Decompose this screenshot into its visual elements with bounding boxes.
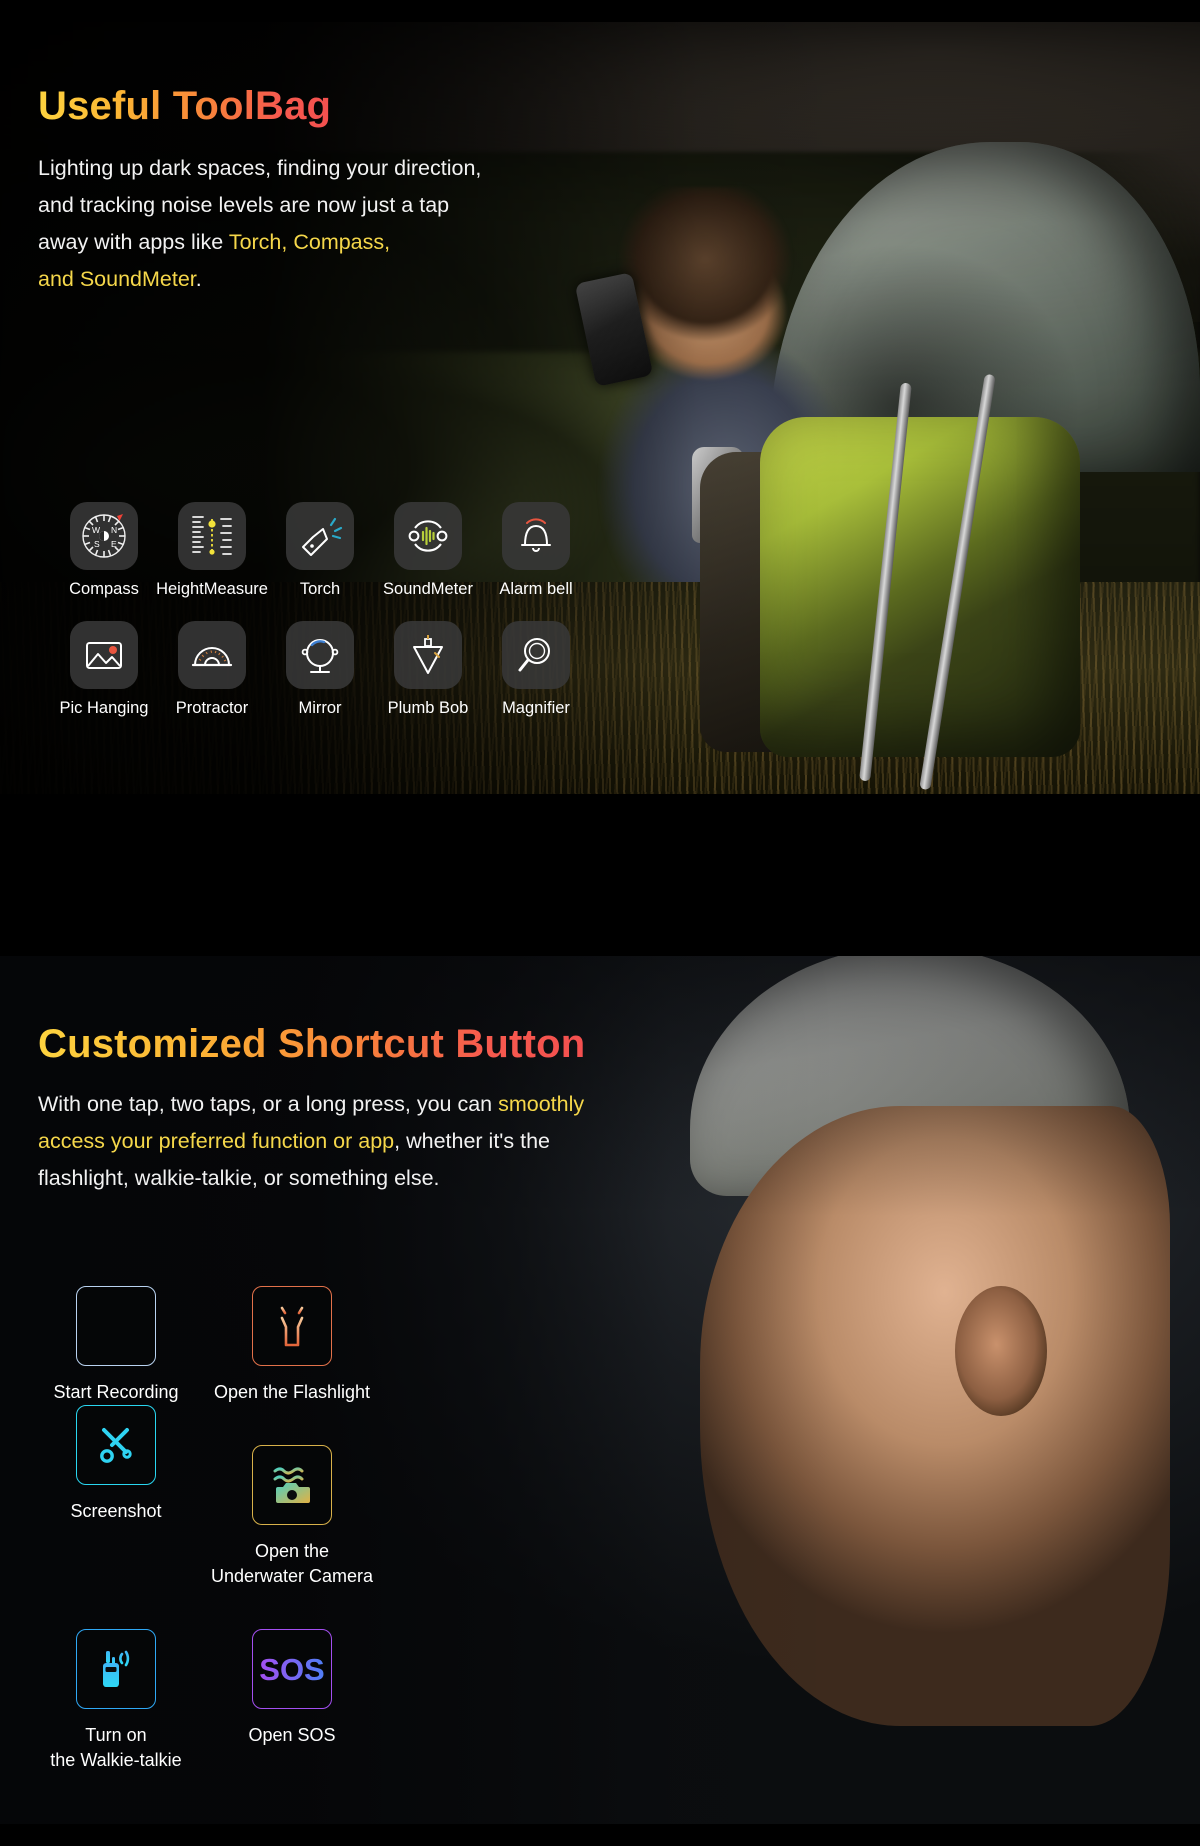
shortcut-label: Open SOS <box>248 1725 336 1745</box>
mirror-tile[interactable] <box>286 621 354 689</box>
magnifier-tile[interactable] <box>502 621 570 689</box>
svg-text:E: E <box>111 539 117 549</box>
underwater-camera-tile[interactable] <box>252 1445 332 1525</box>
section-divider-bar <box>0 794 1200 956</box>
scissors-icon <box>100 1428 132 1463</box>
pic-hanging-tile[interactable] <box>70 621 138 689</box>
tool-label: Pic Hanging <box>59 699 149 717</box>
sound-meter-tile[interactable] <box>394 502 462 570</box>
height-measure-icon <box>192 516 232 555</box>
tool-item-compass[interactable]: W N S E Compass <box>50 502 158 599</box>
open-flashlight-tile[interactable] <box>252 1286 332 1366</box>
desc-line-3-plain: away with apps like <box>38 230 229 254</box>
svg-text:S: S <box>94 539 100 549</box>
tool-label: SoundMeter <box>383 580 473 598</box>
tool-label: Mirror <box>298 699 342 717</box>
top-letterbox-bar <box>0 0 1200 22</box>
shortcut-label: Screenshot <box>70 1501 162 1521</box>
desc-line-1-highlight: smoothly <box>498 1092 585 1116</box>
product-feature-page: Useful ToolBag Lighting up dark spaces, … <box>0 0 1200 1846</box>
shortcut-item-open-flashlight[interactable]: Open the Flashlight <box>204 1286 380 1405</box>
tool-label: Magnifier <box>502 699 570 717</box>
section-useful-toolbag: Useful ToolBag Lighting up dark spaces, … <box>0 22 1200 794</box>
tool-label: Compass <box>69 580 139 598</box>
shortcut-item-walkie-talkie[interactable]: Turn on the Walkie-talkie <box>28 1629 204 1773</box>
waveform-icon <box>101 1310 131 1342</box>
shortcut-label: Start Recording <box>53 1382 179 1402</box>
tool-label: Protractor <box>175 699 249 717</box>
page-title: Customized Shortcut Button <box>38 1022 586 1066</box>
tool-label: HeightMeasure <box>156 580 268 598</box>
protractor-tile[interactable] <box>178 621 246 689</box>
svg-text:W: W <box>92 525 100 535</box>
tool-label: Alarm bell <box>499 580 573 598</box>
compass-icon: W N S E <box>82 514 126 558</box>
shortcut-icon-grid: Start Recording Open the Flashlight Scre… <box>28 1286 528 1773</box>
svg-text:SOS: SOS <box>259 1652 324 1687</box>
walkie-talkie-tile[interactable] <box>76 1629 156 1709</box>
tool-item-alarm-bell[interactable]: Alarm bell <box>482 502 590 599</box>
desc-line-4-highlight: and SoundMeter <box>38 267 196 291</box>
shortcut-item-screenshot[interactable]: Screenshot <box>28 1405 204 1589</box>
magnifier-icon <box>518 638 550 672</box>
torch-tile[interactable] <box>286 502 354 570</box>
tool-item-plumb-bob[interactable]: Plumb Bob <box>374 621 482 718</box>
tool-label: Torch <box>299 580 341 598</box>
shortcut-label: Open the Underwater Camera <box>210 1541 374 1586</box>
compass-tile[interactable]: W N S E <box>70 502 138 570</box>
tool-item-magnifier[interactable]: Magnifier <box>482 621 590 718</box>
desc-line-3-highlight: Torch, Compass, <box>228 230 391 254</box>
mirror-icon <box>301 639 339 673</box>
svg-text:N: N <box>111 525 117 535</box>
page-title: Useful ToolBag <box>38 84 332 128</box>
section-customized-shortcut-button: 00:00:07 录/音笔 R ✓ Customized Shortcut Bu… <box>0 956 1200 1824</box>
tool-item-mirror[interactable]: Mirror <box>266 621 374 718</box>
desc-line-1: Lighting up dark spaces, finding your di… <box>38 156 482 180</box>
shortcut-label: Turn on the Walkie-talkie <box>50 1725 182 1770</box>
tool-label: Plumb Bob <box>387 699 469 717</box>
alarm-bell-icon <box>521 518 551 552</box>
protractor-icon <box>191 647 233 667</box>
flashlight-icon <box>277 1303 307 1347</box>
tool-item-torch[interactable]: Torch <box>266 502 374 599</box>
toolbag-description: Lighting up dark spaces, finding your di… <box>38 150 598 298</box>
plumb-bob-icon <box>413 635 443 674</box>
shortcut-description: With one tap, two taps, or a long press,… <box>38 1086 718 1197</box>
desc-line-2: and tracking noise levels are now just a… <box>38 193 450 217</box>
desc-line-4-plain: . <box>195 267 202 291</box>
plumb-bob-tile[interactable] <box>394 621 462 689</box>
height-measure-tile[interactable] <box>178 502 246 570</box>
tool-item-heightmeasure[interactable]: HeightMeasure <box>156 502 268 599</box>
shortcut-item-start-recording[interactable]: Start Recording <box>28 1286 204 1405</box>
screenshot-tile[interactable] <box>76 1405 156 1485</box>
desc-line-1-plain: With one tap, two taps, or a long press,… <box>38 1092 499 1116</box>
sound-meter-icon <box>408 520 448 552</box>
start-recording-tile[interactable] <box>76 1286 156 1366</box>
shortcut-item-underwater-camera[interactable]: Open the Underwater Camera <box>204 1445 380 1589</box>
toolbag-icon-grid: W N S E Compass HeightMeasure Torch Soun… <box>50 502 590 718</box>
shortcut-item-open-sos[interactable]: SOS Open SOS <box>204 1629 380 1773</box>
desc-line-3: flashlight, walkie-talkie, or something … <box>38 1166 440 1190</box>
sos-icon: SOS <box>259 1652 324 1687</box>
desc-line-2-highlight: access your preferred function or app <box>38 1129 395 1153</box>
tool-item-protractor[interactable]: Protractor <box>158 621 266 718</box>
bottom-letterbox-bar <box>0 1824 1200 1846</box>
desc-line-2-plain: , whether it's the <box>394 1129 551 1153</box>
tool-item-pic-hanging[interactable]: Pic Hanging <box>50 621 158 718</box>
walkie-talkie-icon <box>103 1650 130 1687</box>
pic-hanging-icon <box>86 642 122 669</box>
alarm-bell-tile[interactable] <box>502 502 570 570</box>
torch-icon <box>302 517 343 556</box>
shortcut-label: Open the Flashlight <box>213 1382 371 1402</box>
open-sos-tile[interactable]: SOS <box>252 1629 332 1709</box>
underwater-camera-icon <box>273 1467 310 1503</box>
tool-item-soundmeter[interactable]: SoundMeter <box>374 502 482 599</box>
